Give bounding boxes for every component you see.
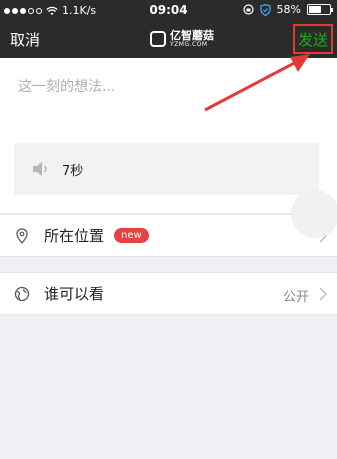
location-pin-icon (16, 227, 28, 244)
logo-text-en: YZMG.COM (170, 41, 208, 48)
cancel-button[interactable]: 取消 (10, 29, 40, 50)
voice-message[interactable]: 7秒 (14, 143, 319, 195)
visibility-label: 谁可以看 (44, 285, 105, 303)
battery-icon (307, 4, 333, 15)
location-row[interactable]: 所在位置 new (0, 214, 337, 257)
status-bar: 1.1K/s 09:04 58% (0, 0, 337, 20)
speaker-icon (33, 162, 47, 176)
assistive-touch-button[interactable] (291, 190, 337, 238)
rotation-lock-icon (242, 4, 254, 15)
location-label: 所在位置 (44, 227, 105, 245)
chevron-right-icon (319, 287, 327, 301)
logo-mark-icon (150, 31, 166, 47)
thought-input[interactable]: 这一刻的想法... (18, 76, 115, 96)
status-right: 58% (242, 3, 333, 16)
visibility-row[interactable]: 谁可以看 公开 (0, 272, 337, 315)
compose-area: 这一刻的想法... 7秒 (0, 58, 337, 213)
shield-icon (259, 3, 271, 16)
battery-percent: 58% (276, 3, 301, 16)
new-badge: new (114, 228, 149, 243)
nav-bar: 取消 亿智蘑菇 YZMG.COM 发送 (0, 20, 337, 58)
voice-duration: 7秒 (62, 163, 84, 179)
visibility-value: 公开 (282, 290, 309, 305)
logo-text-cn: 亿智蘑菇 (170, 29, 214, 42)
send-button[interactable]: 发送 (293, 24, 333, 54)
globe-icon (14, 286, 30, 301)
site-logo: 亿智蘑菇 YZMG.COM (150, 30, 214, 48)
